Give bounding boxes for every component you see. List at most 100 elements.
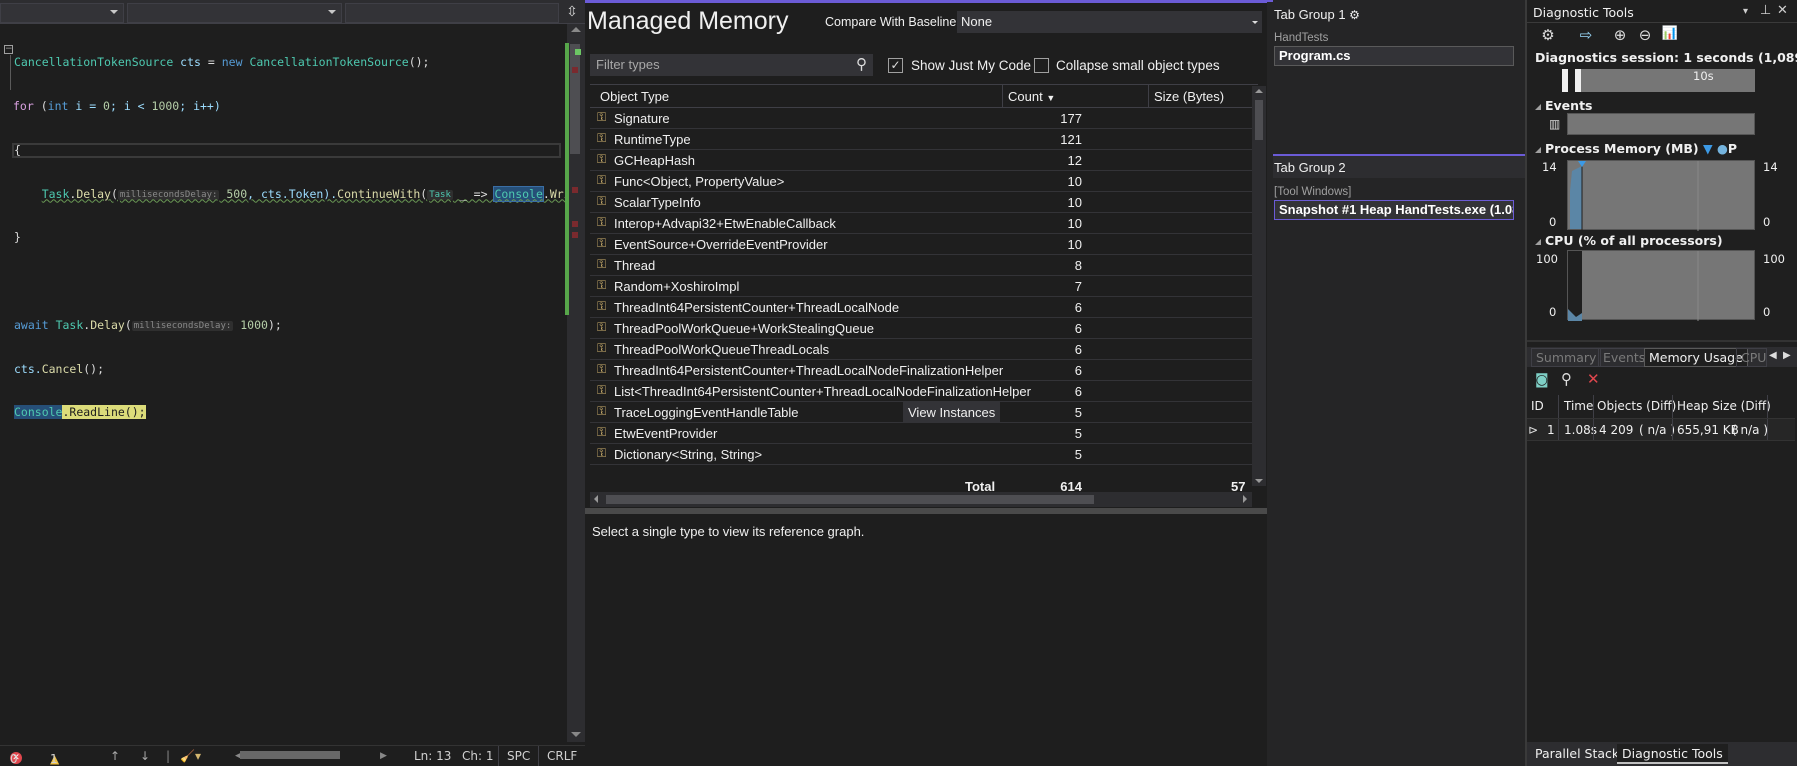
filter-types-input[interactable]: Filter types ⚲ <box>590 54 873 76</box>
objects-count-link[interactable]: 4 209 <box>1599 423 1633 437</box>
table-row[interactable]: ⚿ Signature 177 <box>590 108 1258 129</box>
table-horizontal-scrollbar[interactable] <box>590 492 1252 507</box>
table-row[interactable]: ⚿ ThreadInt64PersistentCounter+ThreadLoca… <box>590 360 1258 381</box>
column-header-heap-size[interactable]: Heap Size (Diff) <box>1677 399 1771 413</box>
table-row[interactable]: ⚿ EventSource+OverrideEventProvider 10 <box>590 234 1258 255</box>
code-cleanup-icon[interactable]: 🧹▾ <box>180 749 201 763</box>
split-window-icon[interactable]: ⇳ <box>562 3 582 23</box>
collapse-icon[interactable]: − <box>4 45 13 54</box>
class-icon: ⚿ <box>597 383 607 397</box>
line-number[interactable]: Ln: 13 <box>414 749 451 763</box>
show-just-my-code-checkbox[interactable]: ✓ <box>888 58 903 73</box>
search-icon[interactable]: ⚲ <box>856 55 867 73</box>
process-memory-chart[interactable] <box>1567 160 1755 231</box>
tab-events[interactable]: Events <box>1598 348 1651 367</box>
export-icon[interactable]: ⇨ <box>1575 26 1597 48</box>
code-text[interactable]: CancellationTokenSource cts = new Cancel… <box>13 26 612 449</box>
tab-group-2-category: [Tool Windows] <box>1274 186 1352 198</box>
table-row[interactable]: ⚿ ScalarTypeInfo 10 <box>590 192 1258 213</box>
member-dropdown[interactable] <box>345 3 559 23</box>
next-issue-icon[interactable]: ↓ <box>140 749 150 763</box>
table-row[interactable]: ⚿ Func<Object, PropertyValue> 10 <box>590 171 1258 192</box>
window-menu-icon[interactable]: ▾ <box>1743 6 1748 17</box>
scroll-left-icon[interactable] <box>594 495 598 503</box>
heap-size-link[interactable]: 655,91 KB <box>1677 423 1739 437</box>
column-divider[interactable] <box>1002 85 1003 108</box>
column-header-objects[interactable]: Objects (Diff) <box>1597 399 1676 413</box>
code-editor[interactable]: ⇳ − CancellationTokenSource cts = new Ca… <box>0 0 612 766</box>
collapse-small-types-checkbox[interactable] <box>1034 58 1049 73</box>
zoom-out-icon[interactable]: ⊖ <box>1634 26 1656 48</box>
search-icon[interactable]: ⚲ <box>1561 370 1572 388</box>
table-row[interactable]: ⚿ ThreadPoolWorkQueueThreadLocals 6 <box>590 339 1258 360</box>
tab-program-cs[interactable]: Program.cs <box>1274 46 1514 66</box>
compare-baseline-dropdown[interactable]: None <box>957 11 1262 33</box>
close-icon[interactable]: ✕ <box>1777 3 1788 18</box>
chart-settings-icon[interactable]: 📊 <box>1659 26 1681 48</box>
table-row[interactable]: ⚿ EtwEventProvider 5 <box>590 423 1258 444</box>
scroll-down-icon[interactable] <box>571 732 581 737</box>
editor-horizontal-scrollbar-thumb[interactable] <box>240 751 340 759</box>
project-dropdown[interactable] <box>0 3 124 23</box>
table-row[interactable]: ⚿ Interop+Advapi32+EtwEnableCallback 10 <box>590 213 1258 234</box>
table-row[interactable]: ⚿ Thread 8 <box>590 255 1258 276</box>
events-section-header[interactable]: Events <box>1535 98 1592 113</box>
tab-summary[interactable]: Summary <box>1531 348 1602 367</box>
scroll-up-icon[interactable] <box>571 27 581 32</box>
column-number[interactable]: Ch: 1 <box>462 749 493 763</box>
timeline-ruler[interactable]: 10s <box>1581 69 1755 92</box>
scrollbar-thumb[interactable] <box>570 44 580 154</box>
gear-icon[interactable]: ⚙ <box>1349 8 1360 22</box>
table-row[interactable]: ⚿ Random+XoshiroImpl 7 <box>590 276 1258 297</box>
table-row[interactable]: ⚿ ThreadInt64PersistentCounter+ThreadLoca… <box>590 297 1258 318</box>
delete-icon[interactable]: ✕ <box>1587 370 1600 388</box>
cpu-section-header[interactable]: CPU (% of all processors) <box>1535 233 1723 248</box>
pause-icon[interactable]: ▥ <box>1549 117 1560 131</box>
column-divider[interactable] <box>1148 85 1149 108</box>
table-row[interactable]: ⚿ RuntimeType 121 <box>590 129 1258 150</box>
editor-vertical-scrollbar[interactable] <box>567 24 585 742</box>
column-header-object-type[interactable]: Object Type <box>600 89 669 104</box>
type-dropdown[interactable] <box>127 3 342 23</box>
snapshot-row[interactable]: ⊳ 1 1.08s 4 209 ( n/a ) 655,91 KB ( n/a … <box>1527 419 1795 441</box>
table-row[interactable]: ⚿ List<ThreadInt64PersistentCounter+Threa… <box>590 381 1258 402</box>
process-memory-section-header[interactable]: Process Memory (MB) ▼ ●P <box>1535 141 1737 156</box>
column-header-id[interactable]: ID <box>1531 399 1544 413</box>
events-track[interactable] <box>1567 113 1755 135</box>
view-instances-button[interactable]: View Instances <box>903 402 1001 423</box>
scrollbar-thumb[interactable] <box>606 495 1094 504</box>
table-row[interactable]: ⚿ Dictionary<String, String> 5 <box>590 444 1258 465</box>
table-vertical-scrollbar[interactable] <box>1252 86 1266 486</box>
tab-snapshot-heap[interactable]: Snapshot #1 Heap HandTests.exe (1.08s) <box>1274 200 1514 220</box>
tabs-scroll-left-icon[interactable]: ◀ <box>1769 350 1777 361</box>
tab-memory-usage[interactable]: Memory Usage <box>1644 348 1748 367</box>
zoom-in-icon[interactable]: ⊕ <box>1609 26 1631 48</box>
settings-icon[interactable]: ⚙ <box>1537 26 1559 48</box>
tab-parallel-stacks[interactable]: Parallel Stacks <box>1530 744 1631 764</box>
tab-diagnostic-tools[interactable]: Diagnostic Tools <box>1617 744 1728 764</box>
show-just-my-code-label[interactable]: Show Just My Code <box>911 58 1031 73</box>
table-row[interactable]: ⚿ ThreadPoolWorkQueue+WorkStealingQueue 6 <box>590 318 1258 339</box>
take-snapshot-icon[interactable]: ◙ <box>1535 372 1549 388</box>
pin-icon[interactable]: ⊥ <box>1760 3 1771 18</box>
selection-start-handle[interactable] <box>1562 69 1568 92</box>
scroll-down-icon[interactable] <box>1255 479 1263 483</box>
table-row[interactable]: ⚿ GCHeapHash 12 <box>590 150 1258 171</box>
tab-cpu[interactable]: CPU <box>1736 348 1767 367</box>
collapse-small-types-label[interactable]: Collapse small object types <box>1056 58 1220 73</box>
line-ending-indicator[interactable]: CRLF <box>538 746 585 766</box>
objects-diff: ( n/a ) <box>1639 423 1675 437</box>
bottom-tab-strip: Parallel Stacks Diagnostic Tools <box>1527 742 1797 766</box>
tabs-scroll-right-icon[interactable]: ▶ <box>1783 350 1791 361</box>
scrollbar-thumb[interactable] <box>1255 100 1263 140</box>
scroll-right-icon[interactable] <box>1243 495 1247 503</box>
scroll-up-icon[interactable] <box>1255 89 1263 93</box>
cpu-chart[interactable] <box>1567 250 1755 321</box>
whitespace-indicator[interactable]: SPC <box>498 746 538 766</box>
previous-issue-icon[interactable]: ↑ <box>110 749 120 763</box>
column-header-time[interactable]: Time <box>1564 399 1593 413</box>
column-header-size[interactable]: Size (Bytes) <box>1154 89 1224 104</box>
pane-splitter[interactable] <box>585 508 1267 514</box>
column-header-count[interactable]: Count ▼ <box>1008 89 1055 104</box>
scroll-right-icon[interactable]: ▶ <box>380 751 387 761</box>
